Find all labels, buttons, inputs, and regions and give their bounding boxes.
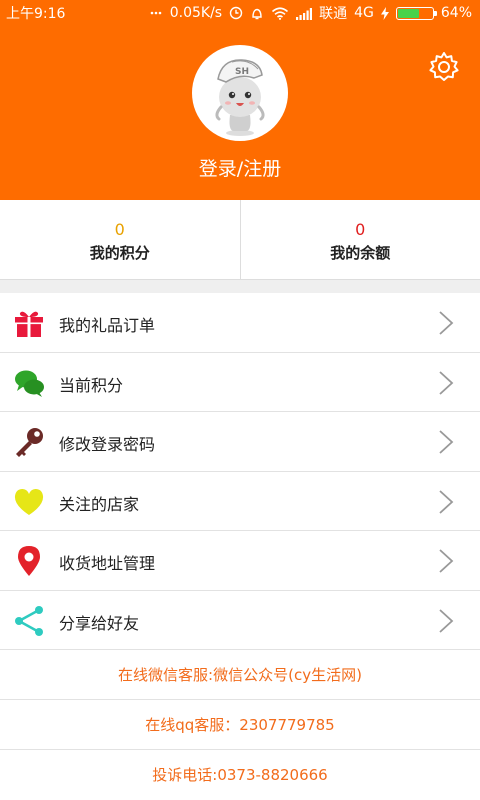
alarm-icon [252, 8, 262, 20]
balance-stat[interactable]: 0 我的余额 [239, 200, 480, 279]
menu-label: 当前积分 [59, 375, 124, 395]
chevron-right-icon [439, 489, 454, 514]
chat-bubbles-icon [15, 370, 44, 397]
chevron-right-icon [439, 311, 454, 335]
wifi-icon [272, 7, 289, 20]
heart-icon [14, 488, 44, 515]
points-label: 我的积分 [89, 244, 150, 262]
clock-icon [229, 6, 243, 20]
avatar-badge: SH [235, 67, 249, 77]
menu-item-followed-shops[interactable]: 关注的店家 [0, 472, 480, 531]
share-icon [15, 605, 43, 636]
status-time: 上午9:16 [6, 6, 66, 22]
points-stat[interactable]: 0 我的积分 [0, 200, 240, 279]
battery-icon [395, 6, 437, 20]
key-icon [16, 428, 43, 457]
location-pin-icon [18, 546, 40, 576]
gift-icon [15, 311, 43, 337]
menu-label: 收货地址管理 [59, 554, 156, 573]
balance-label: 我的余额 [330, 244, 391, 262]
menu-item-gift-orders[interactable]: 我的礼品订单 [0, 293, 480, 353]
menu-list: 我的礼品订单 当前积分 修改登录密码 关注的店家 收货地址管理 分享给好友 [0, 293, 480, 650]
menu-item-current-points[interactable]: 当前积分 [0, 353, 480, 412]
balance-value: 0 [355, 220, 366, 239]
carrier-name: 联通 [319, 6, 348, 22]
complaint-phone-link[interactable]: 投诉电话:0373-8820666 [0, 750, 480, 800]
menu-label: 我的礼品订单 [59, 316, 156, 335]
qq-service-link[interactable]: 在线qq客服：2307779785 [0, 700, 480, 750]
menu-item-share-friends[interactable]: 分享给好友 [0, 591, 480, 650]
charging-icon [380, 6, 389, 20]
profile-header: 上午9:16 0.05K/s 联通 4G 64% SH 登录/注册 [0, 0, 480, 200]
wechat-service-link[interactable]: 在线微信客服:微信公众号(cy生活网) [0, 650, 480, 700]
customer-service-section: 在线微信客服:微信公众号(cy生活网) 在线qq客服：2307779785 投诉… [0, 650, 480, 800]
points-value: 0 [114, 220, 125, 239]
menu-item-change-password[interactable]: 修改登录密码 [0, 412, 480, 472]
avatar[interactable]: SH [192, 45, 288, 141]
chevron-right-icon [439, 549, 454, 573]
menu-label: 修改登录密码 [59, 435, 156, 454]
battery-tip [433, 10, 437, 16]
gear-icon[interactable] [427, 50, 461, 84]
chevron-right-icon [439, 608, 454, 633]
menu-label: 关注的店家 [59, 494, 140, 514]
network-speed: 0.05K/s [169, 5, 223, 21]
menu-item-address-management[interactable]: 收货地址管理 [0, 531, 480, 591]
status-indicators: 0.05K/s 联通 4G 64% [149, 3, 472, 23]
battery-percent: 64% [440, 5, 472, 21]
battery-level [397, 8, 419, 18]
login-register-link[interactable]: 登录/注册 [140, 154, 340, 181]
mascot-icon: SH [215, 59, 265, 136]
chevron-right-icon [439, 370, 454, 395]
network-type: 4G [354, 5, 374, 21]
status-bar: 上午9:16 0.05K/s 联通 4G 64% [0, 0, 480, 24]
cell-signal-icon [296, 7, 313, 20]
account-stats: 0 我的积分 0 我的余额 [0, 200, 480, 280]
menu-label: 分享给好友 [59, 613, 140, 633]
signal-dots-icon [150, 11, 162, 15]
chevron-right-icon [439, 430, 454, 454]
